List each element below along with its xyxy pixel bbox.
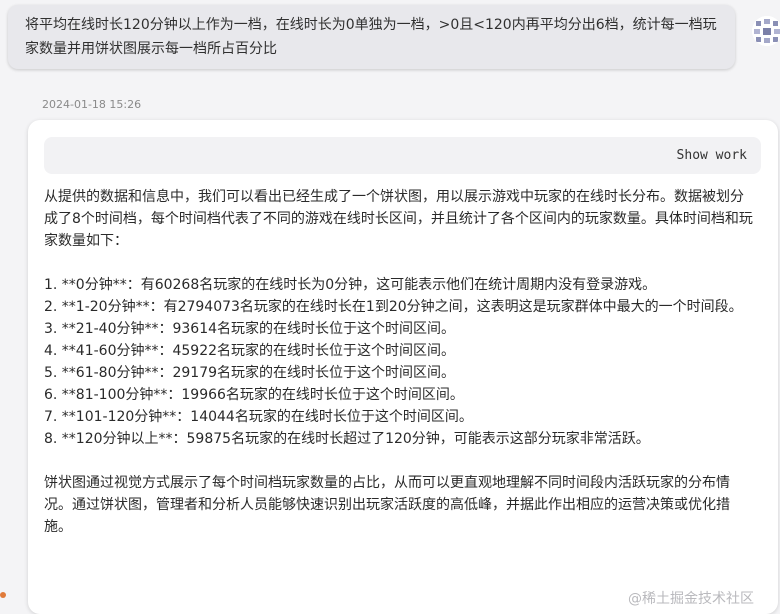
list-item: 4. **41-60分钟**：45922名玩家的在线时长位于这个时间区间。: [44, 343, 456, 359]
user-avatar[interactable]: [752, 16, 780, 46]
list-item: 7. **101-120分钟**：14044名玩家的在线时长位于这个时间区间。: [44, 409, 473, 425]
response-intro: 从提供的数据和信息中，我们可以看出已经生成了一个饼状图，用以展示游戏中玩家的在线…: [44, 189, 753, 249]
response-conclusion: 饼状图通过视觉方式展示了每个时间档玩家数量的占比，从而可以更直观地理解不同时间段…: [44, 475, 730, 535]
show-work-label: Show work: [676, 148, 747, 163]
avatar-pattern-icon: [752, 16, 780, 46]
assistant-response-content: 从提供的数据和信息中，我们可以看出已经生成了一个饼状图，用以展示游戏中玩家的在线…: [44, 186, 756, 538]
list-item: 8. **120分钟以上**：59875名玩家的在线时长超过了120分钟，可能表…: [44, 431, 650, 447]
list-item: 5. **61-80分钟**：29179名玩家的在线时长位于这个时间区间。: [44, 365, 456, 381]
watermark: @稀土掘金技术社区: [628, 591, 754, 607]
sidebar-edge-icon: [0, 586, 8, 598]
list-item: 3. **21-40分钟**：93614名玩家的在线时长位于这个时间区间。: [44, 321, 456, 337]
list-item: 1. **0分钟**：有60268名玩家的在线时长为0分钟，这可能表示他们在统计…: [44, 277, 657, 293]
list-item: 6. **81-100分钟**：19966名玩家的在线时长位于这个时间区间。: [44, 387, 464, 403]
show-work-button[interactable]: Show work: [44, 137, 761, 174]
assistant-response-card: Show work 从提供的数据和信息中，我们可以看出已经生成了一个饼状图，用以…: [28, 120, 778, 614]
list-item: 2. **1-20分钟**：有2794073名玩家的在线时长在1到20分钟之间，…: [44, 299, 743, 315]
user-message-text: 将平均在线时长120分钟以上作为一档，在线时长为0单独为一档，>0且<120内再…: [25, 17, 717, 57]
message-timestamp: 2024-01-18 15:26: [42, 98, 142, 111]
user-message-bubble: 将平均在线时长120分钟以上作为一档，在线时长为0单独为一档，>0且<120内再…: [8, 5, 735, 69]
